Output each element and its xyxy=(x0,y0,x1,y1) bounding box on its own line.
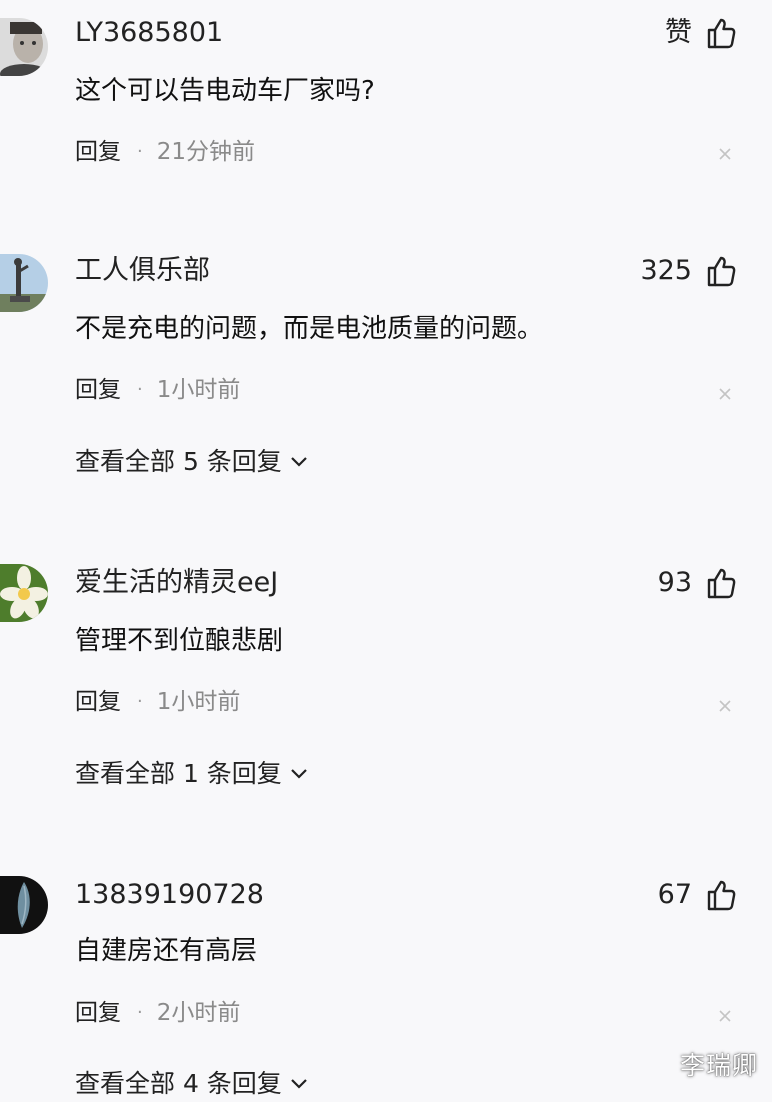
username[interactable]: 爱生活的精灵eeJ xyxy=(75,566,278,600)
like-count: 325 xyxy=(640,255,692,286)
comment-text: 不是充电的问题，而是电池质量的问题。 xyxy=(75,314,544,344)
comment-text: 这个可以告电动车厂家吗? xyxy=(75,76,375,106)
watermark: 李瑞卿 xyxy=(679,1051,758,1080)
username[interactable]: 13839190728 xyxy=(75,878,264,912)
thumbs-up-icon xyxy=(707,880,736,911)
thumbs-up-icon xyxy=(707,18,736,49)
view-replies-button[interactable]: 查看全部 4 条回复 xyxy=(75,1068,308,1100)
comment-item: LY3685801 赞 这个可以告电动车厂家吗? 回复 · 21分钟前 xyxy=(0,16,772,216)
chevron-down-icon xyxy=(291,769,307,779)
like-count: 67 xyxy=(657,879,692,910)
thumbs-up-icon xyxy=(707,568,736,599)
like-button[interactable]: 67 xyxy=(658,878,736,912)
timestamp: 21分钟前 xyxy=(156,139,256,165)
like-count: 赞 xyxy=(665,17,692,48)
view-replies-label: 查看全部 4 条回复 xyxy=(75,1069,282,1098)
close-icon[interactable] xyxy=(718,147,732,161)
separator: · xyxy=(137,1002,143,1023)
separator: · xyxy=(137,379,143,400)
username[interactable]: 工人俱乐部 xyxy=(75,254,210,288)
comment-text: 自建房还有高层 xyxy=(75,936,258,966)
like-count: 93 xyxy=(657,567,692,598)
view-replies-label: 查看全部 5 条回复 xyxy=(75,447,282,476)
reply-button[interactable]: 回复 xyxy=(75,375,121,405)
comment-item: 工人俱乐部 325 不是充电的问题，而是电池质量的问题。 回复 · 1小时前 查… xyxy=(0,254,772,494)
timestamp: 1小时前 xyxy=(156,377,241,403)
comment-meta: 回复 · 2小时前 xyxy=(75,998,240,1028)
separator: · xyxy=(137,141,143,162)
timestamp: 1小时前 xyxy=(156,689,241,715)
username[interactable]: LY3685801 xyxy=(75,16,223,50)
view-replies-button[interactable]: 查看全部 1 条回复 xyxy=(75,758,308,790)
close-icon[interactable] xyxy=(718,387,732,401)
comment-meta: 回复 · 21分钟前 xyxy=(75,137,255,167)
avatar[interactable] xyxy=(0,18,48,76)
close-icon[interactable] xyxy=(718,699,732,713)
view-replies-label: 查看全部 1 条回复 xyxy=(75,759,282,788)
reply-button[interactable]: 回复 xyxy=(75,998,121,1028)
reply-button[interactable]: 回复 xyxy=(75,137,121,167)
avatar[interactable] xyxy=(0,876,48,934)
separator: · xyxy=(137,691,143,712)
comment-text: 管理不到位酿悲剧 xyxy=(75,626,284,656)
like-button[interactable]: 325 xyxy=(640,254,736,288)
chevron-down-icon xyxy=(291,1079,307,1089)
view-replies-button[interactable]: 查看全部 5 条回复 xyxy=(75,446,308,478)
like-button[interactable]: 赞 xyxy=(665,16,736,50)
chevron-down-icon xyxy=(291,457,307,467)
like-button[interactable]: 93 xyxy=(658,566,736,600)
avatar[interactable] xyxy=(0,254,48,312)
reply-button[interactable]: 回复 xyxy=(75,687,121,717)
close-icon[interactable] xyxy=(718,1009,732,1023)
comment-meta: 回复 · 1小时前 xyxy=(75,687,240,717)
avatar[interactable] xyxy=(0,564,48,622)
timestamp: 2小时前 xyxy=(156,1000,241,1026)
comment-meta: 回复 · 1小时前 xyxy=(75,375,240,405)
thumbs-up-icon xyxy=(707,256,736,287)
comment-item: 爱生活的精灵eeJ 93 管理不到位酿悲剧 回复 · 1小时前 查看全部 1 条… xyxy=(0,564,772,806)
comment-item: 13839190728 67 自建房还有高层 回复 · 2小时前 查看全部 4 … xyxy=(0,876,772,1102)
